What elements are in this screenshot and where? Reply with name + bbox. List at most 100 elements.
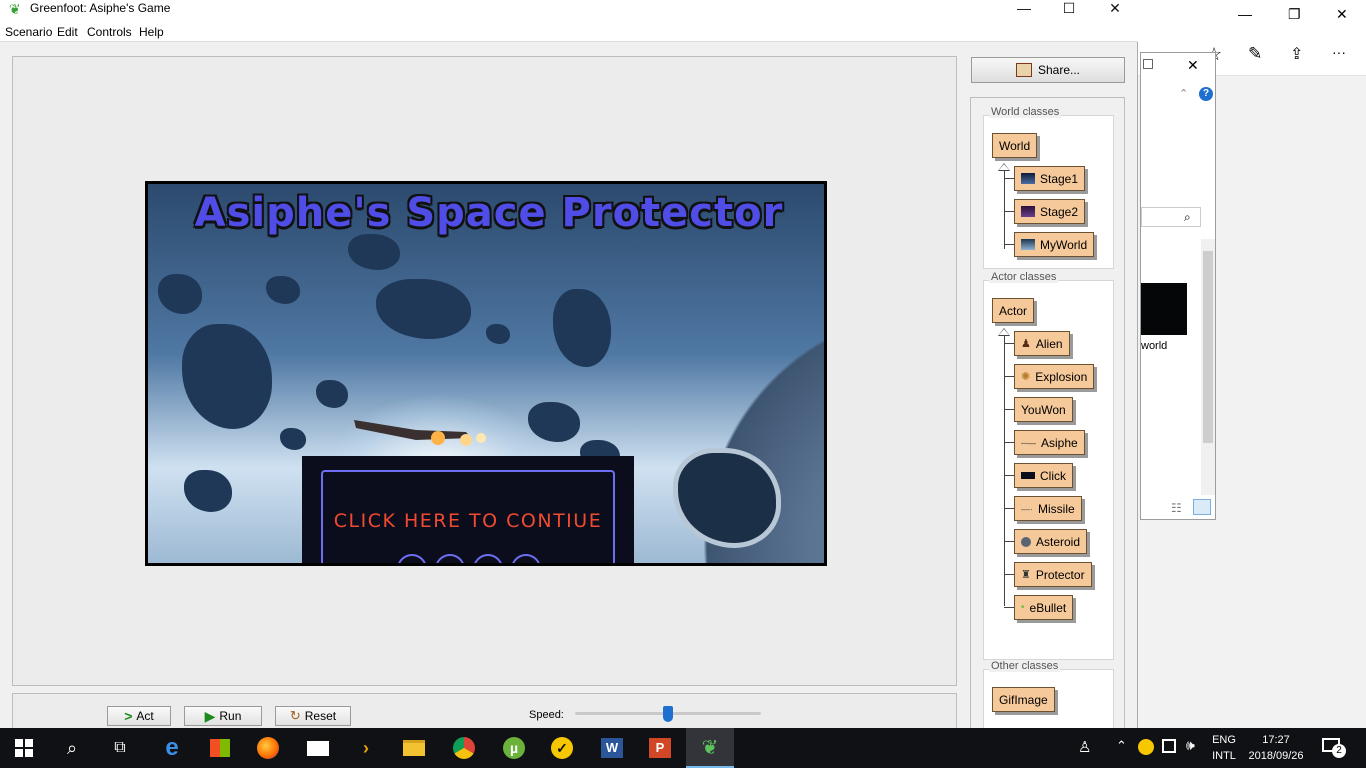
list-view-icon[interactable]: ☷ bbox=[1171, 501, 1182, 515]
tray-chevron-up-icon[interactable]: ⌃ bbox=[1116, 738, 1127, 754]
taskbar-chrome[interactable] bbox=[440, 728, 488, 768]
continue-button[interactable]: CLICK HERE TO CONTIUE bbox=[302, 456, 634, 563]
class-asteroid[interactable]: Asteroid bbox=[1014, 529, 1088, 554]
tree-line bbox=[1004, 442, 1014, 443]
menubar: Scenario Edit Controls Help bbox=[0, 22, 1138, 42]
pen-icon[interactable]: ✎ bbox=[1248, 44, 1262, 64]
taskbar-mail[interactable] bbox=[294, 728, 342, 768]
taskbar-store[interactable] bbox=[196, 728, 244, 768]
search-button[interactable]: ⌕ bbox=[48, 728, 96, 768]
class-youwon[interactable]: YouWon bbox=[1014, 397, 1073, 422]
share-icon[interactable]: ⇪ bbox=[1290, 44, 1303, 64]
asteroid-rock bbox=[182, 324, 272, 429]
task-view-button[interactable]: ⧉ bbox=[96, 728, 144, 768]
menu-edit[interactable]: Edit bbox=[57, 25, 78, 39]
tiles-view-icon[interactable] bbox=[1193, 499, 1211, 515]
maximize-button[interactable]: ☐ bbox=[1046, 0, 1092, 22]
bg-scrollbar-thumb[interactable] bbox=[1203, 251, 1213, 443]
volume-icon[interactable]: 🕪 bbox=[1186, 737, 1195, 754]
notifications-button[interactable]: 2 bbox=[1322, 736, 1346, 758]
menu-help[interactable]: Help bbox=[139, 25, 164, 39]
class-missile[interactable]: —· Missile bbox=[1014, 496, 1082, 521]
class-panel: World classes World Stage1 Stage2 MyWorl… bbox=[970, 97, 1125, 729]
bg-minimize-button[interactable]: — bbox=[1238, 6, 1252, 22]
class-myworld-label: MyWorld bbox=[1040, 237, 1088, 252]
class-asiphe[interactable]: --— Asiphe bbox=[1014, 430, 1085, 455]
bg-restore-button[interactable]: ❐ bbox=[1288, 6, 1301, 23]
taskbar-utorrent[interactable]: µ bbox=[490, 728, 538, 768]
share-button[interactable]: Share... bbox=[971, 57, 1125, 83]
class-stage1[interactable]: Stage1 bbox=[1014, 166, 1086, 191]
class-click[interactable]: Click bbox=[1014, 463, 1073, 488]
world-classes-label: World classes bbox=[989, 106, 1062, 118]
world-thumbnail[interactable] bbox=[1141, 283, 1187, 335]
bg-scrollbar[interactable] bbox=[1201, 239, 1215, 495]
people-icon[interactable]: ♙ bbox=[1078, 738, 1091, 756]
asteroid-rock bbox=[553, 289, 611, 367]
tree-line bbox=[1004, 475, 1014, 476]
tree-line bbox=[1004, 178, 1014, 179]
class-gifimage[interactable]: GifImage bbox=[992, 687, 1055, 712]
language-layout: INTL bbox=[1212, 750, 1236, 762]
edge-icon: e bbox=[165, 734, 179, 761]
menu-controls[interactable]: Controls bbox=[87, 25, 132, 39]
world-canvas[interactable]: Asiphe's Space Protector CLICK HERE TO C… bbox=[145, 181, 827, 566]
close-button[interactable]: ✕ bbox=[1092, 0, 1138, 22]
norton-tray-icon[interactable] bbox=[1138, 739, 1154, 755]
class-protector[interactable]: ♜ Protector bbox=[1014, 562, 1092, 587]
reset-button[interactable]: ↻ Reset bbox=[275, 706, 351, 726]
class-explosion[interactable]: ✺ Explosion bbox=[1014, 364, 1095, 389]
class-missile-label: Missile bbox=[1038, 501, 1075, 516]
language-indicator[interactable]: ENG INTL bbox=[1207, 732, 1241, 764]
taskbar-edge[interactable]: e bbox=[148, 728, 196, 768]
class-stage1-label: Stage1 bbox=[1040, 171, 1079, 186]
taskbar-norton[interactable]: ✓ bbox=[538, 728, 586, 768]
speed-slider[interactable] bbox=[575, 706, 761, 722]
class-ebullet[interactable]: • eBullet bbox=[1014, 595, 1074, 620]
class-stage2-label: Stage2 bbox=[1040, 204, 1079, 219]
actor-classes-label: Actor classes bbox=[989, 271, 1059, 283]
taskbar-powerpoint[interactable]: P bbox=[636, 728, 684, 768]
minimize-button[interactable]: — bbox=[1001, 0, 1047, 22]
taskbar-explorer[interactable] bbox=[390, 728, 438, 768]
bg-close-button[interactable]: ✕ bbox=[1336, 6, 1348, 23]
speed-slider-thumb[interactable] bbox=[663, 706, 673, 722]
act-icon: > bbox=[124, 708, 133, 724]
act-button[interactable]: > Act bbox=[107, 706, 171, 726]
search-icon: ⌕ bbox=[66, 737, 78, 758]
menu-scenario[interactable]: Scenario bbox=[5, 25, 52, 39]
control-bar: > Act ▶ Run ↻ Reset Speed: bbox=[12, 693, 957, 728]
run-button[interactable]: ▶ Run bbox=[184, 706, 262, 726]
class-world-label: World bbox=[999, 138, 1031, 153]
class-myworld[interactable]: MyWorld bbox=[1014, 232, 1095, 257]
network-tray-icon[interactable] bbox=[1162, 739, 1176, 753]
taskbar: ⌕ ⧉ e › µ ✓ W P ❦ ♙ ⌃ 🕪 ENG INTL 17:27 2… bbox=[0, 728, 1366, 768]
stage1-thumbnail-icon bbox=[1021, 173, 1035, 184]
tree-line bbox=[1004, 607, 1014, 608]
class-stage2[interactable]: Stage2 bbox=[1014, 199, 1086, 224]
asteroid-rock bbox=[316, 380, 348, 408]
chevron-up-icon[interactable]: ⌃ bbox=[1179, 87, 1188, 100]
taskbar-plex[interactable]: › bbox=[342, 728, 390, 768]
tree-line bbox=[1004, 244, 1014, 245]
start-button[interactable] bbox=[0, 728, 48, 768]
class-actor[interactable]: Actor bbox=[992, 298, 1035, 323]
taskbar-firefox[interactable] bbox=[244, 728, 292, 768]
help-icon[interactable]: ? bbox=[1199, 87, 1213, 101]
clock[interactable]: 17:27 2018/09/26 bbox=[1246, 732, 1306, 764]
bg-dialog-close-button[interactable]: ✕ bbox=[1187, 57, 1199, 74]
folder-icon bbox=[403, 740, 425, 756]
taskbar-word[interactable]: W bbox=[588, 728, 636, 768]
notification-count: 2 bbox=[1332, 744, 1346, 758]
taskbar-greenfoot[interactable]: ❦ bbox=[686, 728, 734, 768]
more-icon[interactable]: ··· bbox=[1332, 44, 1346, 60]
bg-dialog-maximize-icon[interactable] bbox=[1143, 59, 1153, 69]
bg-search-field[interactable]: ⌕ bbox=[1141, 207, 1201, 227]
reset-icon: ↻ bbox=[289, 708, 301, 723]
tree-line bbox=[1004, 409, 1014, 410]
asteroid-rock bbox=[528, 402, 580, 442]
class-alien[interactable]: ♟ Alien bbox=[1014, 331, 1070, 356]
world-panel: Asiphe's Space Protector CLICK HERE TO C… bbox=[12, 56, 957, 686]
act-label: Act bbox=[136, 709, 154, 723]
class-world[interactable]: World bbox=[992, 133, 1038, 158]
